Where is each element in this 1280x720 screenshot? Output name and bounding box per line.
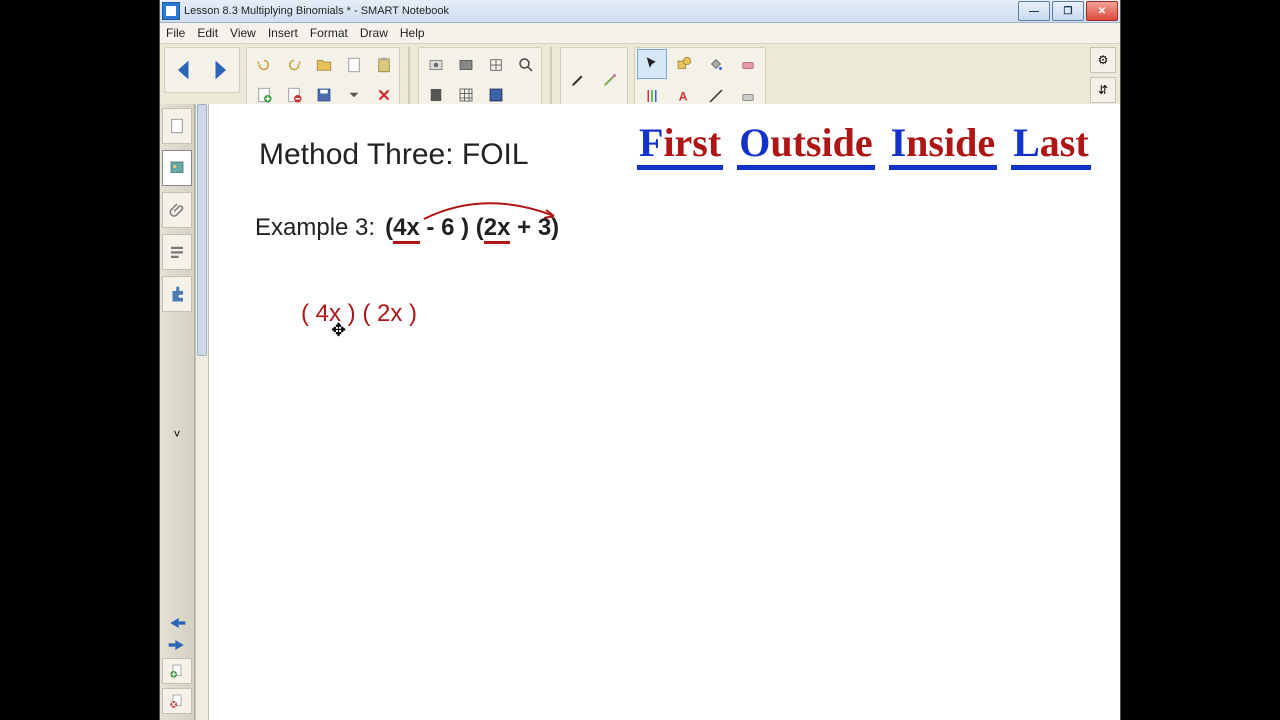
- example-line: Example 3: (4x - 6 ) (2x + 3): [255, 214, 559, 242]
- menu-view[interactable]: View: [230, 26, 256, 40]
- app-window: Lesson 8.3 Multiplying Binomials * - SMA…: [160, 0, 1120, 720]
- foil-mnemonic: First Outside Inside Last: [639, 119, 1089, 166]
- svg-text:A: A: [679, 90, 688, 104]
- page-canvas[interactable]: Method Three: FOIL First Outside Inside …: [209, 104, 1120, 720]
- example-label: Example 3:: [255, 214, 375, 242]
- pen-button[interactable]: [563, 65, 593, 95]
- foil-last: Last: [1013, 119, 1089, 166]
- app-icon: [162, 2, 180, 20]
- sidebar-prev-button[interactable]: [165, 614, 189, 632]
- document-camera-button[interactable]: [451, 50, 481, 80]
- redo-button[interactable]: [279, 50, 309, 80]
- collapse-button[interactable]: ˅: [163, 424, 191, 444]
- next-page-button[interactable]: [205, 56, 233, 84]
- menu-help[interactable]: Help: [400, 26, 425, 40]
- work-expression[interactable]: ( 4x ) ( 2x ): [301, 300, 417, 328]
- menu-draw[interactable]: Draw: [360, 26, 388, 40]
- menu-edit[interactable]: Edit: [197, 26, 218, 40]
- attachments-tab[interactable]: [162, 192, 192, 228]
- example-expression: (4x - 6 ) (2x + 3): [385, 214, 559, 242]
- minimize-button[interactable]: —: [1018, 1, 1050, 21]
- updown-icon: ⇵: [1098, 83, 1108, 97]
- delete-slide-button[interactable]: [162, 688, 192, 714]
- select-button[interactable]: [637, 49, 667, 79]
- sidebar-next-button[interactable]: [165, 636, 189, 654]
- add-slide-button[interactable]: [162, 658, 192, 684]
- undo-button[interactable]: [249, 50, 279, 80]
- creative-pen-button[interactable]: [595, 65, 625, 95]
- maximize-button[interactable]: ❐: [1052, 1, 1084, 21]
- gear-icon: ⚙: [1098, 53, 1109, 67]
- move-cursor-icon: ✥: [331, 320, 346, 341]
- settings-button[interactable]: ⚙: [1090, 47, 1116, 73]
- heading: Method Three: FOIL: [259, 138, 529, 172]
- page-sorter-tab[interactable]: [162, 108, 192, 144]
- properties-tab[interactable]: [162, 234, 192, 270]
- fill-button[interactable]: [701, 49, 731, 79]
- chevron-down-icon: ˅: [173, 427, 180, 441]
- new-page-button[interactable]: [339, 50, 369, 80]
- window-title: Lesson 8.3 Multiplying Binomials * - SMA…: [184, 5, 1018, 17]
- view-tools-group: [418, 47, 542, 111]
- menubar: File Edit View Insert Format Draw Help: [160, 23, 1120, 44]
- nav-group: [164, 47, 240, 93]
- prev-page-button[interactable]: [171, 56, 199, 84]
- eraser-button[interactable]: [733, 49, 763, 79]
- vertical-scrollbar[interactable]: [195, 104, 209, 720]
- zoom-button[interactable]: [511, 50, 541, 80]
- foil-first: First: [639, 119, 721, 166]
- close-button[interactable]: ✕: [1086, 1, 1118, 21]
- addons-tab[interactable]: [162, 276, 192, 312]
- gallery-tab[interactable]: [162, 150, 192, 186]
- shape-button[interactable]: [669, 49, 699, 79]
- insert-table-button[interactable]: [481, 50, 511, 80]
- menu-insert[interactable]: Insert: [268, 26, 298, 40]
- foil-inside: Inside: [891, 119, 996, 166]
- foil-outside: Outside: [739, 119, 872, 166]
- scrollbar-thumb[interactable]: [197, 104, 207, 356]
- sidebar: ˅: [160, 104, 195, 720]
- screen-capture-button[interactable]: [421, 50, 451, 80]
- open-button[interactable]: [309, 50, 339, 80]
- menu-file[interactable]: File: [166, 26, 185, 40]
- move-toolbar-button[interactable]: ⇵: [1090, 77, 1116, 103]
- titlebar: Lesson 8.3 Multiplying Binomials * - SMA…: [160, 0, 1120, 23]
- file-tools-group: [246, 47, 400, 111]
- paste-button[interactable]: [369, 50, 399, 80]
- menu-format[interactable]: Format: [310, 26, 348, 40]
